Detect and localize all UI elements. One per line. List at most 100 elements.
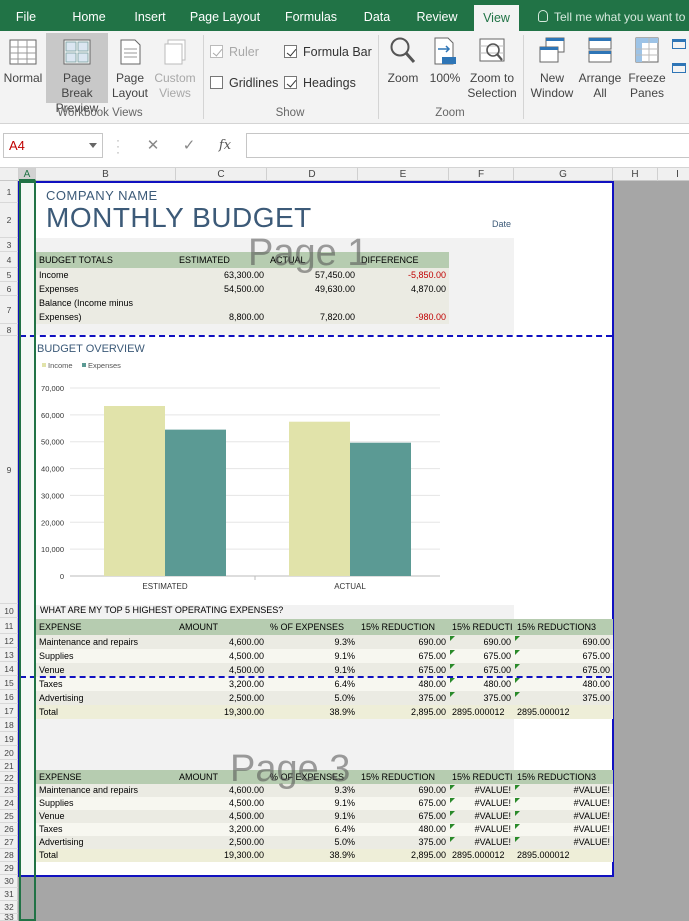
table-cell[interactable]: 675.00: [449, 649, 514, 663]
row-header[interactable]: 1: [0, 181, 18, 203]
row-header[interactable]: 8: [0, 324, 18, 336]
column-header[interactable]: D: [267, 168, 358, 181]
table-cell[interactable]: 480.00: [358, 823, 449, 836]
row-header[interactable]: 31: [0, 888, 18, 901]
table-header[interactable]: % OF EXPENSES: [267, 619, 358, 635]
row-header[interactable]: 21: [0, 760, 18, 772]
table-cell[interactable]: 375.00: [514, 691, 613, 705]
column-header[interactable]: I: [658, 168, 689, 181]
page-break-preview-button[interactable]: Page Break Preview: [46, 33, 108, 115]
table-cell[interactable]: 3,200.00: [176, 677, 267, 691]
select-all-corner[interactable]: [0, 168, 19, 181]
table-cell[interactable]: 7,820.00: [267, 310, 358, 324]
table-cell[interactable]: #VALUE!: [514, 823, 613, 836]
table-cell[interactable]: 19,300.00: [176, 849, 267, 862]
table-cell[interactable]: 6.4%: [267, 823, 358, 836]
table-cell[interactable]: Maintenance and repairs: [36, 635, 176, 649]
table-cell[interactable]: 480.00: [449, 677, 514, 691]
table-cell[interactable]: 480.00: [514, 677, 613, 691]
arrange-all-button[interactable]: Arrange All: [577, 33, 623, 103]
tab-insert[interactable]: Insert: [127, 0, 173, 31]
table-cell[interactable]: Total: [36, 849, 176, 862]
table-cell[interactable]: Expenses: [36, 282, 176, 296]
enter-icon[interactable]: ✓: [176, 133, 202, 158]
table-cell[interactable]: #VALUE!: [449, 823, 514, 836]
table-cell[interactable]: 690.00: [358, 784, 449, 797]
table-header[interactable]: 15% REDUCTION: [358, 619, 449, 635]
table-cell[interactable]: 6.4%: [267, 677, 358, 691]
table-header[interactable]: 15% REDUCTION: [358, 770, 449, 785]
row-header[interactable]: 10: [0, 604, 18, 618]
chevron-down-icon[interactable]: [89, 143, 97, 148]
table-cell[interactable]: 9.1%: [267, 663, 358, 677]
table-cell[interactable]: 9.1%: [267, 810, 358, 823]
table-cell[interactable]: 4,600.00: [176, 635, 267, 649]
row-header[interactable]: 28: [0, 849, 18, 862]
table-cell[interactable]: 49,630.00: [267, 282, 358, 296]
name-box[interactable]: A4: [3, 133, 103, 158]
table-cell[interactable]: 690.00: [358, 635, 449, 649]
table-cell[interactable]: 675.00: [514, 663, 613, 677]
row-header[interactable]: 33: [0, 913, 18, 921]
table-cell[interactable]: 4,500.00: [176, 649, 267, 663]
table-cell[interactable]: 38.9%: [267, 705, 358, 719]
row-header[interactable]: 6: [0, 282, 18, 296]
normal-view-button[interactable]: Normal: [2, 33, 44, 103]
table-cell[interactable]: 5.0%: [267, 691, 358, 705]
table-cell[interactable]: 375.00: [449, 691, 514, 705]
row-header[interactable]: 16: [0, 690, 18, 704]
zoom-100-button[interactable]: 100%: [426, 33, 464, 103]
table-cell[interactable]: Supplies: [36, 649, 176, 663]
page-break-line[interactable]: [20, 335, 612, 337]
table-header[interactable]: EXPENSE: [36, 770, 176, 785]
formula-input[interactable]: [246, 133, 689, 158]
table-cell[interactable]: #VALUE!: [514, 784, 613, 797]
headings-checkbox[interactable]: Headings: [284, 76, 356, 90]
table-cell[interactable]: 2,500.00: [176, 691, 267, 705]
tab-view[interactable]: View: [474, 5, 519, 31]
row-header[interactable]: 20: [0, 746, 18, 760]
page-layout-view-button[interactable]: Page Layout: [110, 33, 150, 103]
table-cell[interactable]: Balance (Income minus: [36, 296, 176, 310]
table-cell[interactable]: Expenses): [36, 310, 176, 324]
row-header[interactable]: 22: [0, 772, 18, 784]
table-cell[interactable]: [358, 296, 449, 310]
table-cell[interactable]: 54,500.00: [176, 282, 267, 296]
tab-review[interactable]: Review: [411, 0, 463, 31]
formula-bar-checkbox[interactable]: Formula Bar: [284, 45, 372, 59]
table-header[interactable]: 15% REDUCTI: [449, 770, 514, 785]
column-header[interactable]: A: [19, 168, 36, 181]
table-cell[interactable]: 2,895.00: [358, 705, 449, 719]
table-cell[interactable]: 9.1%: [267, 797, 358, 810]
table-header[interactable]: BUDGET TOTALS: [36, 252, 176, 268]
table-cell[interactable]: 690.00: [514, 635, 613, 649]
insert-function-icon[interactable]: fx: [212, 133, 238, 158]
table-cell[interactable]: 675.00: [358, 810, 449, 823]
table-header[interactable]: AMOUNT: [176, 619, 267, 635]
tab-page-layout[interactable]: Page Layout: [187, 0, 263, 31]
table-cell[interactable]: Advertising: [36, 691, 176, 705]
table-cell[interactable]: #VALUE!: [449, 810, 514, 823]
row-header[interactable]: 25: [0, 810, 18, 823]
table-cell[interactable]: 4,870.00: [358, 282, 449, 296]
row-header[interactable]: 12: [0, 634, 18, 648]
row-header[interactable]: 18: [0, 718, 18, 732]
row-header[interactable]: 15: [0, 676, 18, 690]
row-header[interactable]: 30: [0, 875, 18, 888]
column-header[interactable]: B: [36, 168, 176, 181]
column-header[interactable]: E: [358, 168, 449, 181]
new-window-button[interactable]: New Window: [528, 33, 576, 103]
row-header[interactable]: 19: [0, 732, 18, 746]
table-cell[interactable]: Taxes: [36, 823, 176, 836]
row-header[interactable]: 2: [0, 203, 18, 238]
table-cell[interactable]: 4,500.00: [176, 663, 267, 677]
table-cell[interactable]: 690.00: [449, 635, 514, 649]
row-header[interactable]: 9: [0, 336, 18, 604]
row-header[interactable]: 13: [0, 648, 18, 662]
table-header[interactable]: 15% REDUCTI: [449, 619, 514, 635]
row-header[interactable]: 26: [0, 823, 18, 836]
table-cell[interactable]: 675.00: [514, 649, 613, 663]
table-cell[interactable]: 480.00: [358, 677, 449, 691]
table-cell[interactable]: Income: [36, 268, 176, 282]
table-cell[interactable]: Venue: [36, 663, 176, 677]
